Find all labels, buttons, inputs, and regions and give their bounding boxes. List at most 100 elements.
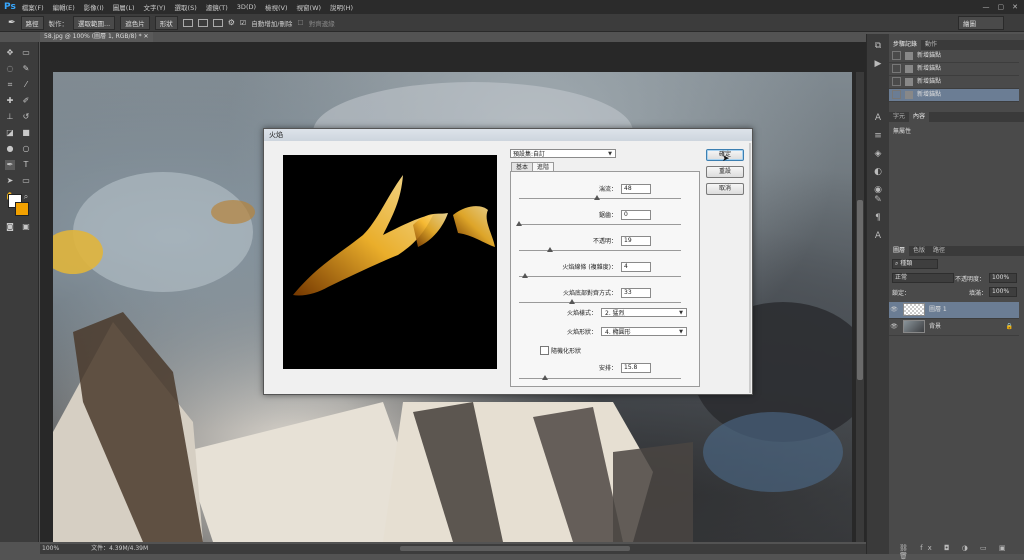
- document-tab[interactable]: 58.jpg @ 100% (圖層 1, RGB/8) * ✕: [40, 32, 153, 42]
- character-panel-icon[interactable]: A: [872, 112, 884, 124]
- actions-panel-icon[interactable]: ▶: [872, 58, 884, 70]
- field-input[interactable]: 4: [621, 262, 651, 272]
- marquee-tool-icon[interactable]: ▭: [21, 48, 31, 58]
- menu-window[interactable]: 視窗(W): [297, 2, 322, 12]
- field-slider-knob[interactable]: [569, 299, 576, 304]
- move-tool-icon[interactable]: ✥: [5, 48, 15, 58]
- dodge-tool-icon[interactable]: ○: [21, 144, 31, 154]
- tab-paths[interactable]: 路徑: [929, 246, 949, 256]
- arrangement-slider-knob[interactable]: [541, 375, 548, 380]
- menu-layer[interactable]: 圖層(L): [113, 2, 135, 12]
- history-item[interactable]: 新增錨點: [889, 63, 1019, 76]
- blur-tool-icon[interactable]: ●: [5, 144, 15, 154]
- path-select-tool-icon[interactable]: ➤: [5, 176, 15, 186]
- tab-channels[interactable]: 色版: [909, 246, 929, 256]
- field-slider-track[interactable]: [519, 302, 681, 303]
- layer-footer-icons[interactable]: ⛓ fx ◘ ◑ ▭ ▣ 🗑: [899, 544, 1019, 560]
- visibility-eye-icon[interactable]: 👁: [889, 302, 899, 318]
- brush-panel-icon[interactable]: ✎: [872, 194, 884, 206]
- field-slider-knob[interactable]: [516, 221, 522, 226]
- make-mask-button[interactable]: 遮色片: [120, 15, 150, 30]
- paragraph-panel-icon[interactable]: ¶: [872, 212, 884, 224]
- align-edges-checkbox[interactable]: ☐: [297, 19, 303, 27]
- preset-select[interactable]: 預設集:自訂 ▼: [510, 149, 616, 158]
- glyphs-panel-icon[interactable]: A: [872, 230, 884, 242]
- field-slider-knob[interactable]: [593, 195, 600, 200]
- background-color-swatch[interactable]: [15, 202, 29, 216]
- field-slider-knob[interactable]: [546, 247, 553, 252]
- visibility-eye-icon[interactable]: 👁: [889, 319, 899, 335]
- history-item[interactable]: 新增錨點: [889, 76, 1019, 89]
- path-alignment-icon[interactable]: [197, 18, 208, 27]
- close-tab-icon[interactable]: ✕: [144, 33, 149, 40]
- menu-edit[interactable]: 編輯(E): [53, 2, 75, 12]
- 3d-panel-icon[interactable]: ◈: [872, 148, 884, 160]
- eyedropper-tool-icon[interactable]: ⁄: [21, 80, 31, 90]
- crop-tool-icon[interactable]: ⌗: [5, 80, 15, 90]
- opacity-field[interactable]: 100%: [989, 273, 1017, 283]
- horizontal-scrollbar-thumb[interactable]: [400, 546, 630, 551]
- history-item[interactable]: 新增錨點: [889, 50, 1019, 63]
- healing-brush-tool-icon[interactable]: ✚: [5, 96, 15, 106]
- field-input[interactable]: 33: [621, 288, 651, 298]
- menu-image[interactable]: 影像(I): [84, 2, 104, 12]
- screen-mode-icon[interactable]: ▣: [21, 222, 31, 232]
- blend-mode-select[interactable]: 正常: [892, 273, 954, 283]
- layer-row[interactable]: 👁 圖層 1: [889, 302, 1019, 319]
- reset-button[interactable]: 重設: [706, 166, 744, 178]
- flame-style-select[interactable]: 2. 猛烈 ▼: [601, 308, 687, 317]
- quick-mask-icon[interactable]: ◙: [5, 222, 15, 232]
- vertical-scrollbar-thumb[interactable]: [857, 200, 863, 380]
- minimize-button[interactable]: —: [983, 3, 990, 11]
- zoom-level[interactable]: 100%: [42, 545, 59, 552]
- pen-tool-icon[interactable]: ✒: [5, 160, 15, 170]
- history-item-selected[interactable]: 新增錨點: [889, 89, 1019, 102]
- tab-layers[interactable]: 圖層: [889, 246, 910, 256]
- cancel-button[interactable]: 取消: [706, 183, 744, 195]
- tab-properties[interactable]: 內容: [909, 112, 930, 122]
- field-input[interactable]: 19: [621, 236, 651, 246]
- menu-type[interactable]: 文字(Y): [144, 2, 166, 12]
- make-selection-button[interactable]: 選取範圍...: [73, 15, 116, 30]
- menu-help[interactable]: 說明(H): [330, 2, 353, 12]
- menu-select[interactable]: 選取(S): [175, 2, 197, 12]
- field-slider-track[interactable]: [519, 250, 681, 251]
- clone-stamp-tool-icon[interactable]: ⊥: [5, 112, 15, 122]
- workspace-select[interactable]: 繪圖: [958, 15, 1004, 30]
- path-operations-icon[interactable]: [182, 18, 193, 27]
- pen-tool-icon[interactable]: ✒: [8, 18, 16, 28]
- rectangle-tool-icon[interactable]: ▭: [21, 176, 31, 186]
- menu-file[interactable]: 檔案(F): [22, 2, 44, 12]
- layer-row[interactable]: 👁 背景 🔒: [889, 319, 1019, 336]
- make-shape-button[interactable]: 形狀: [154, 15, 178, 30]
- history-panel-icon[interactable]: ⧉: [872, 40, 884, 52]
- field-slider-track[interactable]: [519, 198, 681, 199]
- path-arrangement-icon[interactable]: [212, 18, 223, 27]
- adjustments-panel-icon[interactable]: ◐: [872, 166, 884, 178]
- field-input[interactable]: 0: [621, 210, 651, 220]
- gradient-tool-icon[interactable]: ■: [21, 128, 31, 138]
- menu-filter[interactable]: 濾鏡(T): [206, 2, 228, 12]
- fill-field[interactable]: 100%: [989, 287, 1017, 297]
- randomize-shape-checkbox[interactable]: [540, 346, 549, 355]
- type-tool-icon[interactable]: T: [21, 160, 31, 170]
- maximize-button[interactable]: ▢: [998, 3, 1005, 11]
- zoom-tool-icon[interactable]: ⌕: [21, 192, 31, 202]
- layer-kind-filter[interactable]: ⌕ 種類: [892, 259, 938, 269]
- properties-panel-icon[interactable]: ≡: [872, 130, 884, 142]
- field-slider-track[interactable]: [519, 276, 681, 277]
- flame-shape-select[interactable]: 4. 橢圓形 ▼: [601, 327, 687, 336]
- menu-view[interactable]: 檢視(V): [265, 2, 288, 12]
- brush-tool-icon[interactable]: ✐: [21, 96, 31, 106]
- gear-icon[interactable]: ⚙: [228, 18, 235, 27]
- path-mode-select[interactable]: 路徑: [20, 15, 44, 30]
- tab-actions[interactable]: 動作: [921, 40, 941, 50]
- tab-history[interactable]: 步驟記錄: [889, 40, 922, 50]
- arrangement-input[interactable]: 15.8: [621, 363, 651, 373]
- close-window-button[interactable]: ✕: [1012, 3, 1018, 11]
- field-slider-knob[interactable]: [522, 273, 529, 278]
- field-slider-track[interactable]: [519, 224, 681, 225]
- lasso-tool-icon[interactable]: ◌: [5, 64, 15, 74]
- dialog-scrollbar[interactable]: [749, 143, 751, 393]
- field-input[interactable]: 48: [621, 184, 651, 194]
